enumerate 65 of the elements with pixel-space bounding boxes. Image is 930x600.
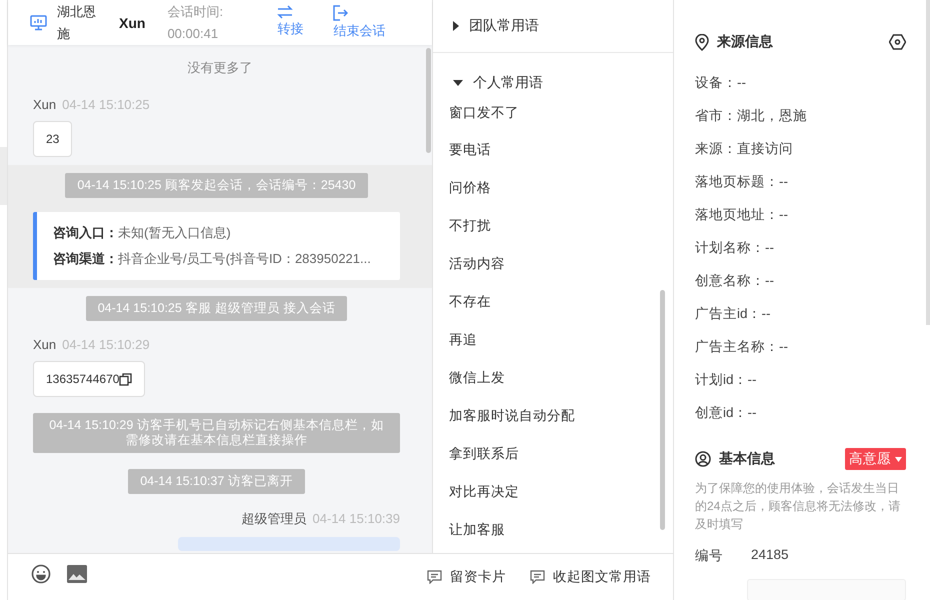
phrase-item[interactable]: 问价格 bbox=[433, 169, 673, 207]
message-meta: Xun 04-14 15:10:29 bbox=[33, 337, 151, 352]
field-label: 编号 bbox=[695, 547, 723, 565]
field-value: 未知(暂无入口信息) bbox=[118, 224, 231, 242]
phrase-item[interactable]: 活动内容 bbox=[433, 245, 673, 283]
message-icon bbox=[530, 570, 545, 584]
location-pin-icon bbox=[695, 34, 709, 50]
field-label: 咨询渠道： bbox=[53, 250, 118, 268]
info-field: 落地页地址：-- bbox=[695, 207, 788, 222]
field-value: 24185 bbox=[751, 547, 789, 564]
user-icon bbox=[695, 451, 711, 467]
phrase-item[interactable]: 微信上发 bbox=[433, 359, 673, 397]
message-meta: Xun 04-14 15:10:25 bbox=[33, 97, 151, 112]
section-title: 来源信息 bbox=[717, 33, 773, 51]
caret-down-icon bbox=[895, 456, 902, 462]
info-field: 广告主id：-- bbox=[695, 306, 770, 321]
scrollbar[interactable] bbox=[660, 290, 665, 530]
location-text: 湖北恩施 bbox=[57, 2, 97, 42]
no-more-text: 没有更多了 bbox=[186, 59, 254, 77]
image-icon[interactable] bbox=[67, 565, 87, 583]
info-field: 来源：直接访问 bbox=[695, 141, 793, 156]
field-label: 咨询入口： bbox=[53, 224, 118, 242]
message-bubble: 23 bbox=[33, 121, 72, 157]
scrollbar[interactable] bbox=[426, 48, 431, 153]
notice-text: 为了保障您的使用体验，会话发生当日的24点之后，顾客信息将无法修改，请及时填写 bbox=[695, 480, 902, 533]
visitor-name: Xun bbox=[119, 14, 146, 30]
group-header[interactable]: 个人常用语 bbox=[433, 63, 673, 103]
session-timer: 会话时间: 00:00:41 bbox=[167, 2, 224, 42]
phrase-item[interactable]: 对比再决定 bbox=[433, 473, 673, 511]
phrase-item[interactable]: 不打扰 bbox=[433, 207, 673, 245]
info-field: 创意名称：-- bbox=[695, 273, 774, 288]
phrase-item[interactable]: 让加客服 bbox=[433, 511, 673, 549]
copy-icon[interactable] bbox=[119, 372, 132, 386]
group-header[interactable]: 团队常用语 bbox=[433, 0, 673, 52]
lead-card-button[interactable]: 留资卡片 bbox=[427, 564, 506, 590]
message-bubble: 13635744670 bbox=[33, 361, 146, 397]
phrase-item[interactable]: 要电话 bbox=[433, 131, 673, 169]
info-field: 省市：湖北，恩施 bbox=[695, 108, 807, 123]
info-field: 设备：-- bbox=[695, 75, 746, 90]
exit-icon bbox=[333, 4, 348, 20]
system-notice: 04-14 15:10:37 访客已离开 bbox=[128, 469, 305, 494]
message-meta: 超级管理员 04-14 15:10:39 bbox=[240, 510, 400, 528]
scrollbar[interactable] bbox=[926, 0, 930, 325]
system-notice: 04-14 15:10:25 顾客发起会话，会话编号：25430 bbox=[65, 173, 368, 198]
settings-icon[interactable] bbox=[889, 34, 906, 50]
phrase-item[interactable]: 加客服时说自动分配 bbox=[433, 397, 673, 435]
phrase-item[interactable]: 再追 bbox=[433, 321, 673, 359]
info-field: 计划id：-- bbox=[695, 372, 756, 387]
transfer-icon bbox=[277, 4, 294, 18]
intent-tag[interactable]: 高意愿 bbox=[845, 448, 906, 470]
info-field: 落地页标题：-- bbox=[695, 174, 788, 189]
system-notice: 04-14 15:10:29 访客手机号已自动标记右侧基本信息栏，如需修改请在基本信息栏直接操作 bbox=[33, 413, 400, 453]
collapse-phrases-button[interactable]: 收起图文常用语 bbox=[530, 564, 651, 590]
system-notice: 04-14 15:10:25 客服 超级管理员 接入会话 bbox=[86, 296, 348, 321]
phrase-item[interactable]: 不存在 bbox=[433, 283, 673, 321]
info-field: 广告主名称：-- bbox=[695, 339, 788, 354]
emoji-icon[interactable] bbox=[31, 564, 51, 584]
monitor-icon bbox=[30, 14, 47, 30]
section-title: 基本信息 bbox=[719, 450, 775, 468]
phrase-item[interactable]: 窗口发不了 bbox=[433, 103, 673, 131]
field-value: 抖音企业号/员工号(抖音号ID：283950221... bbox=[118, 250, 371, 268]
info-field: 计划名称：-- bbox=[695, 240, 774, 255]
info-field: 创意id：-- bbox=[695, 405, 756, 420]
phrase-item[interactable]: 拿到联系后 bbox=[433, 435, 673, 473]
message-icon bbox=[427, 570, 442, 584]
